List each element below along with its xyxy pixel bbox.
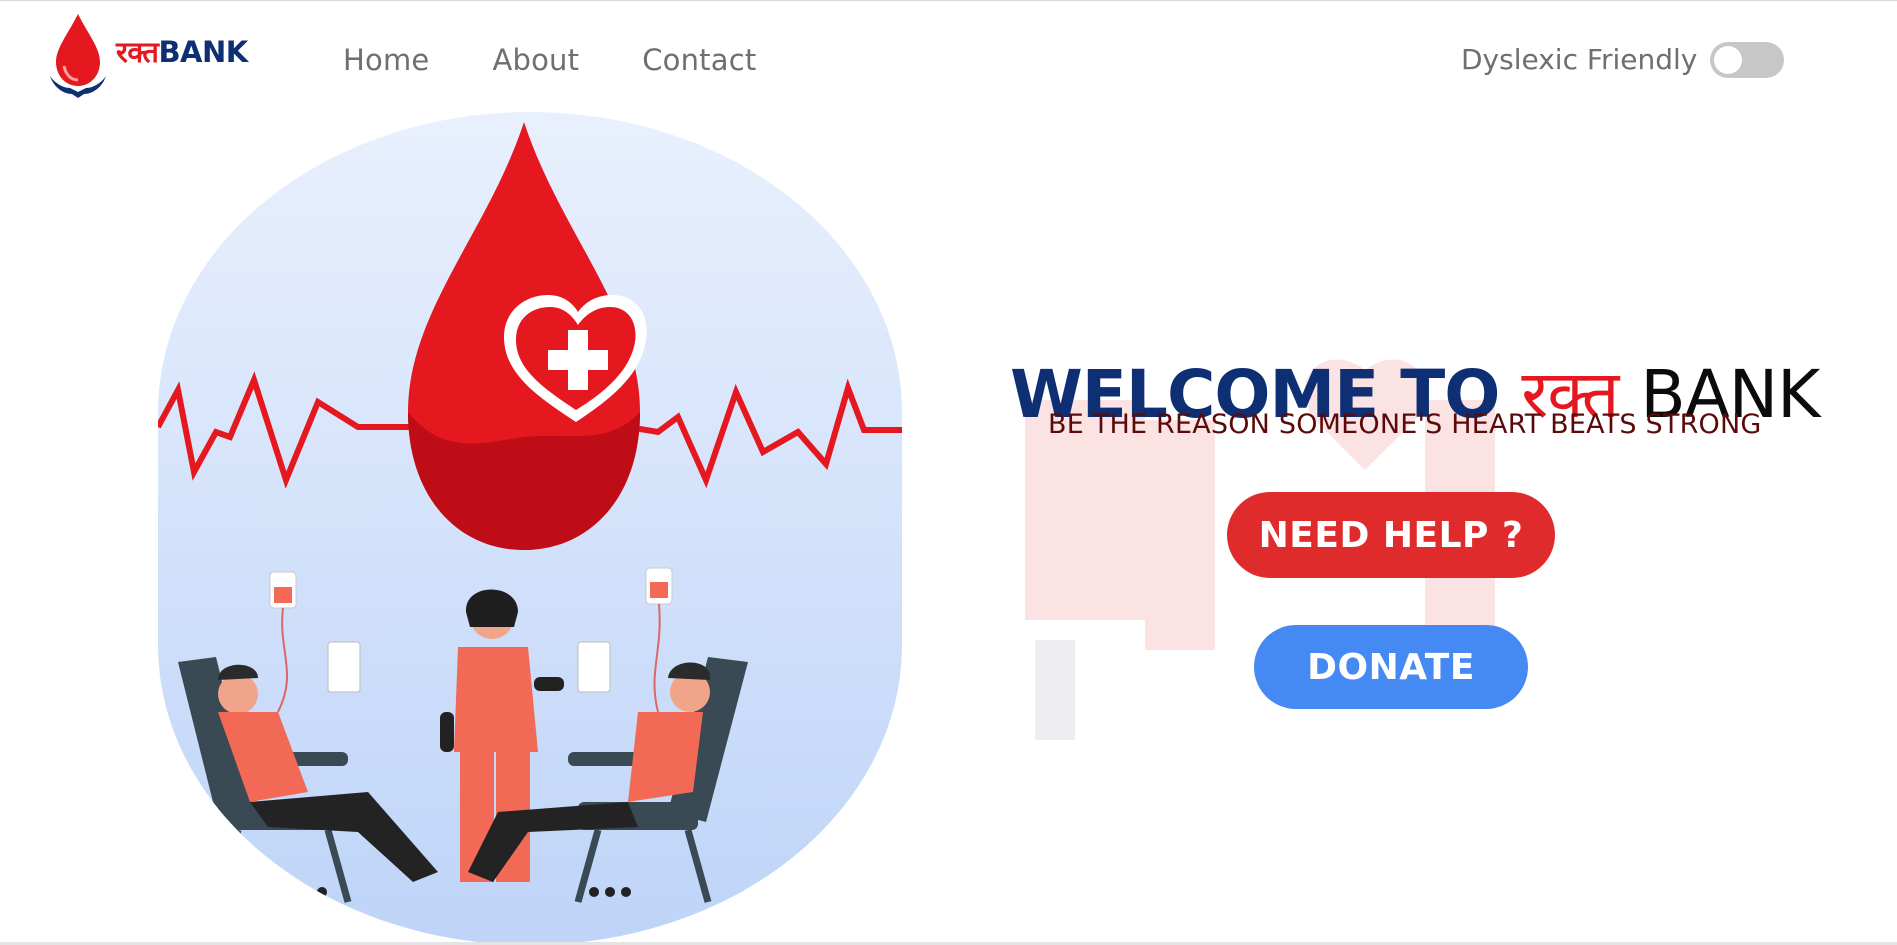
- blood-donation-illustration: [158, 112, 902, 945]
- nav-about-link[interactable]: About: [492, 40, 579, 80]
- logo-wordmark: रक्तBANK: [116, 38, 248, 67]
- nav-contact-link[interactable]: Contact: [642, 40, 756, 80]
- toggle-knob: [1714, 46, 1742, 74]
- logo-bank: BANK: [158, 35, 248, 69]
- main-nav: Home About Contact: [343, 40, 819, 80]
- top-border: [0, 0, 1897, 1]
- logo-devanagari: रक्त: [116, 35, 159, 69]
- dyslexic-friendly-toggle[interactable]: [1710, 42, 1784, 78]
- blood-drop-logo-icon: [50, 14, 106, 98]
- site-logo[interactable]: रक्तBANK: [48, 12, 268, 100]
- need-help-button[interactable]: NEED HELP ?: [1227, 492, 1555, 578]
- nav-home-link[interactable]: Home: [343, 40, 429, 80]
- dyslexic-friendly-label: Dyslexic Friendly: [1461, 43, 1698, 76]
- hero-tagline: BE THE REASON SOMEONE'S HEART BEATS STRO…: [1048, 409, 1762, 440]
- donate-button[interactable]: DONATE: [1254, 625, 1528, 709]
